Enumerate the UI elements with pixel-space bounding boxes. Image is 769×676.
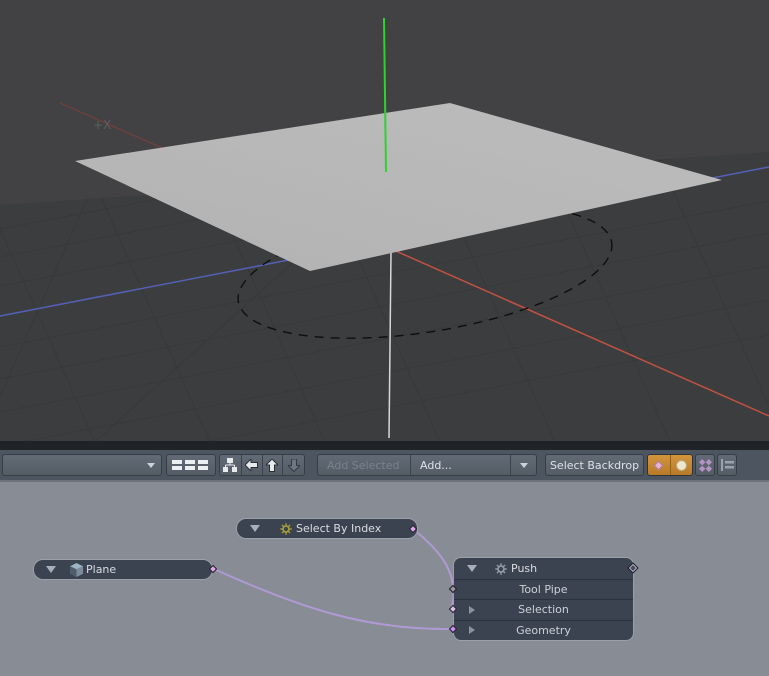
row-label: Selection (518, 603, 569, 616)
viewport-toolbar-divider (0, 441, 769, 450)
cube-icon (70, 563, 83, 577)
circle-icon (676, 460, 687, 471)
add-dropdown-arrow-button[interactable] (511, 455, 536, 475)
modo-window: +X (0, 0, 769, 676)
schematic-toolbar: Add Selected Add... Select Backdrop (0, 450, 769, 480)
add-selected-label: Add Selected (327, 459, 399, 472)
show-nodes-toggle[interactable] (671, 455, 693, 475)
node-label: Select By Index (296, 522, 381, 535)
push-row-tool-pipe[interactable]: Tool Pipe (454, 579, 633, 599)
chevron-down-icon (147, 463, 155, 468)
wire-selectbyindex-to-selection (413, 529, 454, 608)
arrow-down-icon (288, 459, 300, 472)
add-dropdown[interactable]: Add... (411, 455, 511, 475)
arrow-left-icon (245, 459, 258, 471)
node-push[interactable]: Push Tool Pipe Selection Geometry (453, 557, 634, 641)
add-selected-button[interactable]: Add Selected (318, 455, 411, 475)
node-plane[interactable]: Plane (33, 559, 213, 580)
gear-icon (280, 523, 292, 535)
show-channels-toggle[interactable] (695, 454, 715, 476)
list-view-toggle[interactable] (717, 454, 737, 476)
schematic-node-editor[interactable]: Select By Index Plane (0, 480, 769, 676)
node-select-by-index[interactable]: Select By Index (236, 518, 418, 539)
expand-triangle-icon[interactable] (469, 626, 475, 634)
chevron-down-icon (520, 463, 528, 468)
navigation-button-group (219, 454, 305, 476)
diamond-icon (654, 460, 664, 470)
wire-plane-to-geometry (214, 569, 450, 629)
expand-triangle-icon[interactable] (469, 606, 475, 614)
show-connectors-toggle[interactable] (648, 455, 671, 475)
down-button[interactable] (283, 455, 304, 475)
four-diamonds-icon (699, 459, 712, 472)
grid-squares-icon (171, 458, 211, 472)
select-backdrop-label: Select Backdrop (550, 459, 639, 472)
viewport-3d[interactable]: +X (0, 0, 769, 450)
gear-icon (495, 563, 507, 575)
node-display-toggle-group (647, 454, 693, 476)
push-node-header[interactable]: Push (454, 558, 633, 579)
node-label: Plane (86, 563, 116, 576)
node-label: Push (511, 562, 537, 575)
list-lines-icon (721, 459, 734, 471)
push-row-selection[interactable]: Selection (454, 599, 633, 619)
add-label: Add... (420, 459, 452, 472)
schematic-view-combo[interactable] (2, 454, 162, 476)
up-button[interactable] (263, 455, 284, 475)
collapse-triangle-icon[interactable] (46, 566, 56, 573)
add-node-group: Add Selected Add... (317, 454, 537, 476)
collapse-triangle-icon[interactable] (467, 565, 477, 572)
select-backdrop-button[interactable]: Select Backdrop (545, 454, 644, 476)
hierarchy-icon (223, 458, 237, 472)
push-row-geometry[interactable]: Geometry (454, 620, 633, 640)
hierarchy-button[interactable] (220, 455, 242, 475)
axis-label-x: +X (93, 118, 111, 132)
row-label: Geometry (516, 624, 571, 637)
back-button[interactable] (242, 455, 263, 475)
collapse-triangle-icon[interactable] (250, 525, 260, 532)
arrow-up-icon (266, 459, 278, 472)
row-label: Tool Pipe (519, 583, 567, 596)
layout-grid-button[interactable] (166, 454, 216, 476)
